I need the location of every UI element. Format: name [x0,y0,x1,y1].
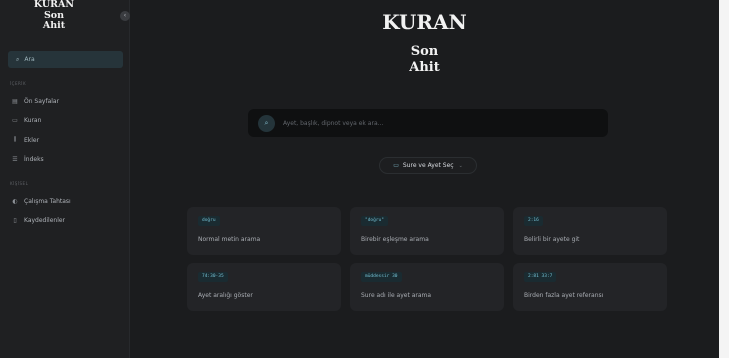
sidebar-item-label: Çalışma Tahtası [24,197,71,205]
sidebar-item-label: İndeks [24,155,44,163]
example-code-badge: doğru [198,216,220,226]
example-code-badge: 2:81 33:7 [524,272,557,282]
example-code-badge: müddessir 30 [361,272,402,282]
book-icon: ▭ [12,116,18,124]
example-card[interactable]: "doğru" Birebir eşleşme arama [350,207,504,255]
collapse-sidebar-button[interactable]: ‹ [120,11,130,21]
example-code-badge: "doğru" [361,216,388,226]
brand-line-3: Ahit [42,20,66,31]
example-description: Sure adı ile ayet arama [361,292,432,299]
sidebar-item-label: Ekler [24,136,40,144]
sidebar-item-kuran[interactable]: ▭ Kuran [10,114,122,126]
library-icon: ⫼ [13,136,17,143]
sidebar-item-ekler[interactable]: ⫼ Ekler [10,134,122,146]
search-icon: ⌕ [16,55,20,63]
example-description: Birden fazla ayet referansı [524,292,604,299]
document-icon: ▤ [12,97,18,105]
search-examples-grid: doğru Normal metin arama "doğru" Birebir… [187,207,669,315]
bookmark-icon: ▯ [13,216,17,224]
sidebar-item-label: Ön Sayfalar [24,97,60,105]
sidebar-item-on-sayfalar[interactable]: ▤ Ön Sayfalar [10,95,122,107]
sidebar: KURAN Son Ahit ‹ ⌕ Ara İÇERİK ▤ Ön Sayfa… [0,0,130,358]
subtitle-line-2: Ahit [409,60,440,75]
sidebar-item-label: Kaydedilenler [24,216,66,224]
example-description: Normal metin arama [198,236,261,243]
list-icon: ☰ [12,155,18,163]
sidebar-item-label: Kuran [24,116,42,124]
chevron-down-icon: ⌄ [458,162,463,169]
chevron-left-icon: ‹ [123,12,127,19]
example-card[interactable]: müddessir 30 Sure adı ile ayet arama [350,263,504,311]
book-icon: ▭ [393,162,399,169]
search-bar: ⌕ [248,109,608,137]
section-label-content: İÇERİK [10,81,27,86]
section-label-personal: KİŞİSEL [10,181,29,186]
subtitle-line-1: Son [410,44,439,59]
example-card[interactable]: 2:81 33:7 Birden fazla ayet referansı [513,263,667,311]
example-description: Birebir eşleşme arama [361,236,429,243]
sidebar-item-kaydedilenler[interactable]: ▯ Kaydedilenler [10,214,122,226]
select-label: Sure ve Ayet Seç [402,162,454,169]
example-description: Ayet aralığı göster [198,292,253,299]
sidebar-item-calisma-tahtasi[interactable]: ◐ Çalışma Tahtası [10,195,122,207]
example-card[interactable]: 74:30-35 Ayet aralığı göster [187,263,341,311]
select-sura-ayah-button[interactable]: ▭ Sure ve Ayet Seç ⌄ [379,157,477,174]
example-code-badge: 74:30-35 [198,272,228,282]
app-window: KURAN Son Ahit ‹ ⌕ Ara İÇERİK ▤ Ön Sayfa… [0,0,719,358]
main-content: KURAN Son Ahit ⌕ ▭ Sure ve Ayet Seç ⌄ do… [130,0,719,358]
page-title: KURAN [382,10,467,34]
example-card[interactable]: 2:16 Belirli bir ayete git [513,207,667,255]
window-edge [719,0,729,358]
sidebar-item-label: Ara [24,56,35,63]
page-subtitle: Son Ahit [130,44,719,76]
search-input[interactable] [283,119,583,127]
example-card[interactable]: doğru Normal metin arama [187,207,341,255]
example-code-badge: 2:16 [524,216,543,226]
brand-logo[interactable]: KURAN Son Ahit [26,0,82,32]
sidebar-item-search[interactable]: ⌕ Ara [8,51,123,68]
palette-icon: ◐ [12,197,18,205]
sidebar-item-indeks[interactable]: ☰ İndeks [10,153,122,165]
search-icon[interactable]: ⌕ [258,114,275,132]
example-description: Belirli bir ayete git [524,236,580,243]
brand-line-1: KURAN [33,0,75,10]
